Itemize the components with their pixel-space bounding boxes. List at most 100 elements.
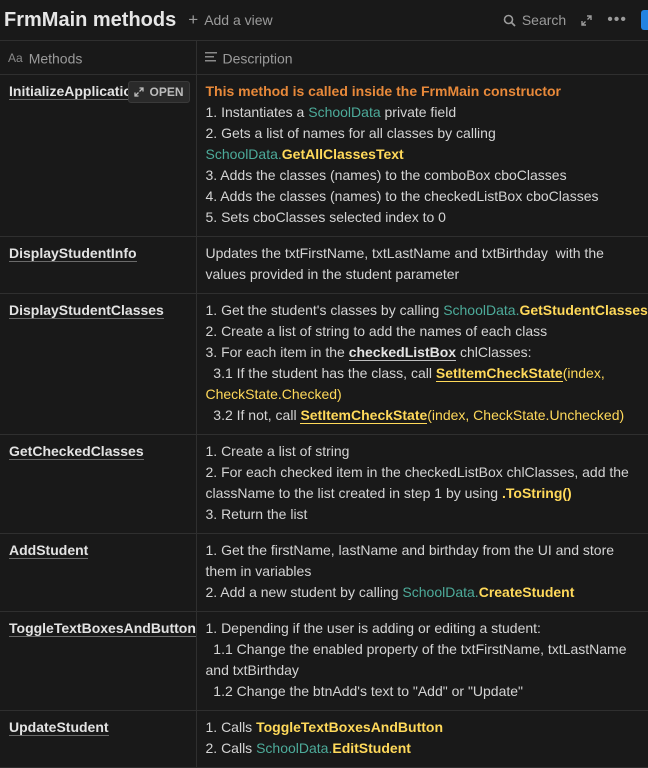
description-line: This method is called inside the FrmMain… (206, 81, 641, 102)
open-icon (134, 87, 145, 97)
styled-text: EditStudent (332, 740, 411, 756)
method-name-cell[interactable]: AddStudent (0, 533, 196, 612)
table-row[interactable]: DisplayStudentClasses 1. Get the student'… (0, 293, 648, 435)
table-row[interactable]: AddStudent 1. Get the firstName, lastName… (0, 533, 648, 612)
method-name: InitializeApplicatio (9, 83, 132, 100)
method-name-cell[interactable]: DisplayStudentInfo (0, 236, 196, 294)
description-line: 4. Adds the classes (names) to the check… (206, 186, 641, 207)
column-label: Description (222, 50, 293, 67)
text-segment: values provided in the student parameter (205, 266, 460, 282)
styled-text: SetItemCheckState (300, 407, 428, 424)
text-segment: 2. Create a list of string to add the na… (205, 323, 548, 339)
text-segment: 5. Sets cboClasses selected index to 0 (205, 209, 446, 225)
open-page-button[interactable]: OPEN (128, 81, 190, 103)
description-line: 1. Depending if the user is adding or ed… (206, 618, 641, 639)
description-cell[interactable]: 1. Get the student's classes by calling … (195, 293, 648, 435)
styled-text: ToggleTextBoxesAndButton (256, 719, 443, 735)
search-icon (503, 14, 522, 27)
text-segment: className to the list created in step 1 … (205, 485, 502, 501)
text-segment: 1. Get the firstName, lastName and birth… (205, 542, 615, 558)
description-line: 3.1 If the student has the class, call S… (206, 363, 641, 384)
styled-text: SchoolData. (205, 146, 282, 162)
styled-text: CreateStudent (478, 584, 575, 600)
description-line: 1. Calls ToggleTextBoxesAndButton (206, 717, 641, 738)
open-label: OPEN (149, 85, 184, 99)
description-cell[interactable]: 1. Calls ToggleTextBoxesAndButton 2. Call… (195, 710, 648, 768)
description-cell[interactable]: Updates the txtFirstName, txtLastName an… (195, 236, 648, 294)
text-segment: 4. Adds the classes (names) to the check… (205, 188, 599, 204)
text-segment: chlClasses: (456, 344, 532, 360)
styled-text: SchoolData. (443, 302, 520, 318)
method-name-cell[interactable]: GetCheckedClasses (0, 434, 196, 534)
description-cell[interactable]: This method is called inside the FrmMain… (195, 74, 648, 237)
styled-text: checkedListBox (348, 344, 457, 361)
description-cell[interactable]: 1. Depending if the user is adding or ed… (195, 611, 648, 711)
description-line: values provided in the student parameter (206, 264, 641, 285)
text-segment: 2. For each checked item in the checkedL… (205, 464, 629, 480)
page-title: FrmMain methods (4, 8, 177, 31)
method-name-cell[interactable]: UpdateStudent (0, 710, 196, 768)
styled-text: CheckState.Checked) (205, 386, 342, 402)
styled-text: (index, CheckState.Unchecked) (427, 407, 625, 423)
column-label: Methods (28, 50, 83, 67)
expand-icon[interactable] (580, 14, 593, 27)
description-line: them in variables (206, 561, 641, 582)
description-line: 2. Create a list of string to add the na… (206, 321, 641, 342)
description-line: 1. Create a list of string (206, 441, 641, 462)
search-label: Search (521, 12, 567, 28)
table-row[interactable]: InitializeApplicatio OPEN This method is c… (0, 74, 648, 237)
add-view-button[interactable]: + Add a view (188, 10, 272, 30)
text-segment: 1. Calls (205, 719, 257, 735)
styled-text: SetItemCheckState (435, 365, 563, 382)
description-line: 1. Get the student's classes by calling … (206, 300, 648, 321)
method-name-cell[interactable]: InitializeApplicatio OPEN (0, 74, 196, 237)
description-line: 5. Sets cboClasses selected index to 0 (206, 207, 641, 228)
search-button[interactable]: Search (503, 12, 566, 28)
styled-text: (index, (562, 365, 605, 381)
text-segment: 3. For each item in the (205, 344, 349, 360)
add-view-label: Add a view (204, 12, 273, 28)
text-segment: 2. Add a new student by calling (205, 584, 403, 600)
description-line: Updates the txtFirstName, txtLastName an… (206, 243, 641, 264)
method-name-cell[interactable]: DisplayStudentClasses (0, 293, 196, 435)
new-button[interactable] (641, 10, 648, 30)
method-name: GetCheckedClasses (9, 443, 144, 460)
text-segment: 3. Adds the classes (names) to the combo… (205, 167, 567, 183)
description-line: 3. Adds the classes (names) to the combo… (206, 165, 641, 186)
styled-text: SchoolData (308, 104, 381, 120)
text-segment: 3.2 If not, call (205, 407, 301, 423)
text-segment: them in variables (205, 563, 312, 579)
method-name: DisplayStudentClasses (9, 302, 164, 319)
text-segment: Updates the txtFirstName, txtLastName an… (205, 245, 604, 261)
description-cell[interactable]: 1. Get the firstName, lastName and birth… (195, 533, 648, 612)
method-name: DisplayStudentInfo (9, 245, 137, 262)
more-options-icon[interactable]: ••• (607, 11, 627, 29)
text-segment: 2. Gets a list of names for all classes … (205, 125, 496, 141)
table-row[interactable]: UpdateStudent 1. Calls ToggleTextBoxesAnd… (0, 710, 648, 768)
method-name-cell[interactable]: ToggleTextBoxesAndButton (0, 611, 196, 711)
column-header-description[interactable]: Description (195, 41, 648, 75)
table-row[interactable]: ToggleTextBoxesAndButton 1. Depending if … (0, 611, 648, 711)
text-property-icon: Aa (8, 51, 23, 66)
toolbar: Search ••• (503, 0, 648, 40)
top-bar: FrmMain methods + Add a view Search ••• (0, 0, 648, 41)
text-segment: 3. Return the list (205, 506, 308, 522)
table-row[interactable]: GetCheckedClasses 1. Create a list of str… (0, 434, 648, 534)
text-segment: and txtBirthday (205, 662, 299, 678)
description-line: CheckState.Checked) (206, 384, 641, 405)
description-line: 1.2 Change the btnAdd's text to "Add" or… (206, 681, 641, 702)
styled-text: .ToString() (501, 485, 572, 501)
table-row[interactable]: DisplayStudentInfo Updates the txtFirstNa… (0, 236, 648, 294)
styled-text: GetStudentClasses (519, 302, 648, 318)
description-line: 1. Instantiates a SchoolData private fie… (206, 102, 641, 123)
lines-property-icon (204, 51, 217, 65)
text-segment: 1. Create a list of string (205, 443, 350, 459)
methods-table: Aa Methods Description InitializeApplicat… (0, 41, 648, 768)
styled-text: SchoolData. (402, 584, 479, 600)
description-line: 1. Get the firstName, lastName and birth… (206, 540, 641, 561)
text-segment: 1.2 Change the btnAdd's text to "Add" or… (205, 683, 524, 699)
column-header-methods[interactable]: Aa Methods (0, 41, 196, 75)
description-cell[interactable]: 1. Create a list of string 2. For each ch… (195, 434, 648, 534)
description-line: and txtBirthday (206, 660, 641, 681)
description-line: 2. For each checked item in the checkedL… (206, 462, 641, 483)
